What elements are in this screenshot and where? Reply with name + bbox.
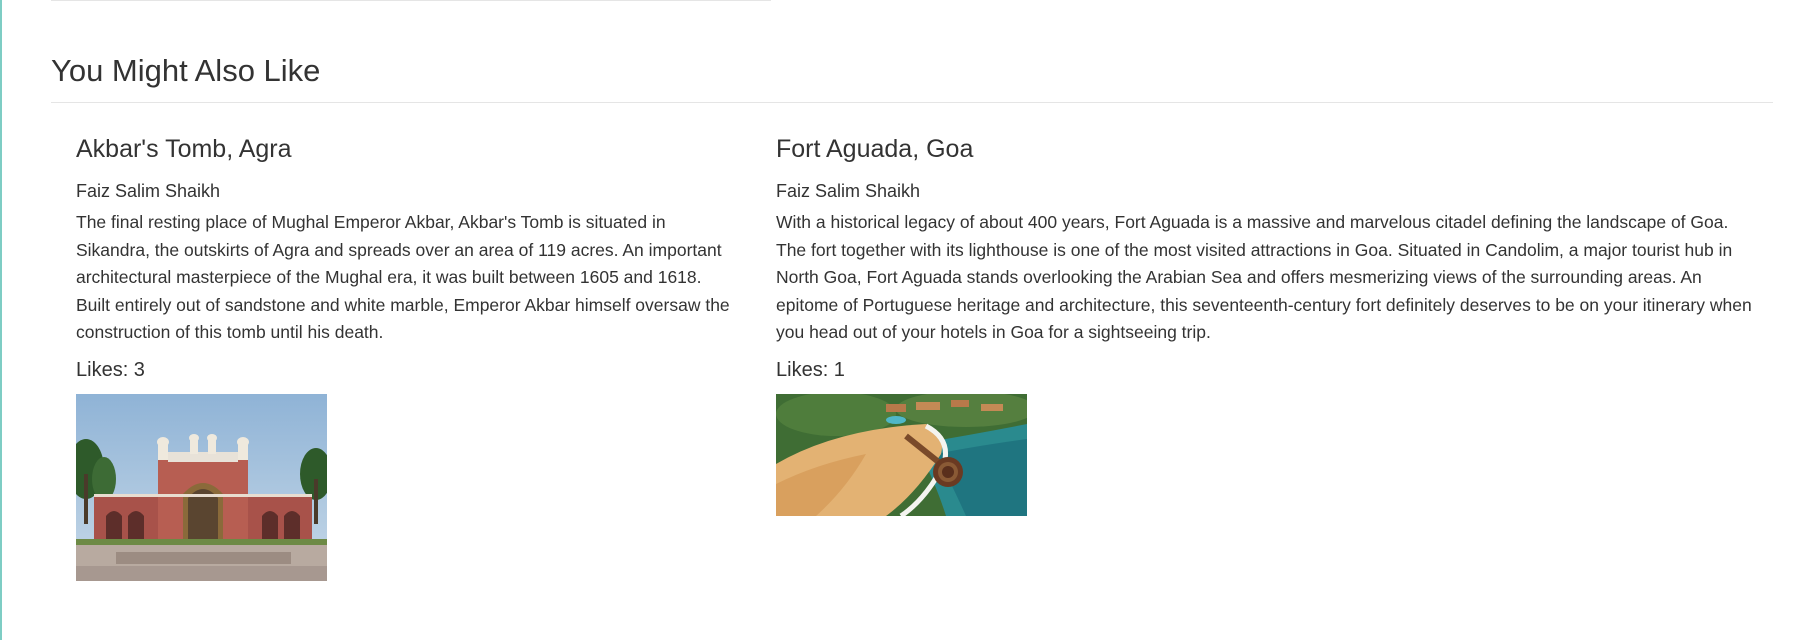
section-divider bbox=[51, 102, 1773, 103]
fort-photo[interactable] bbox=[776, 393, 1027, 516]
left-accent-border bbox=[0, 0, 2, 640]
section-title: You Might Also Like bbox=[51, 53, 321, 88]
card-title[interactable]: Akbar's Tomb, Agra bbox=[76, 128, 740, 170]
card-title[interactable]: Fort Aguada, Goa bbox=[776, 128, 1756, 170]
card-description: The final resting place of Mughal Empero… bbox=[76, 212, 730, 342]
recommendation-card-akbars-tomb: Akbar's Tomb, Agra Faiz Salim Shaikh The… bbox=[76, 128, 740, 581]
card-likes: Likes: 1 bbox=[776, 358, 845, 381]
top-divider bbox=[51, 0, 771, 1]
tomb-photo[interactable] bbox=[76, 393, 327, 581]
card-author: Faiz Salim Shaikh bbox=[76, 181, 221, 201]
card-description: With a historical legacy of about 400 ye… bbox=[776, 212, 1752, 342]
card-likes: Likes: 3 bbox=[76, 358, 145, 381]
card-author: Faiz Salim Shaikh bbox=[776, 181, 921, 201]
recommendation-card-fort-aguada: Fort Aguada, Goa Faiz Salim Shaikh With … bbox=[776, 128, 1756, 516]
